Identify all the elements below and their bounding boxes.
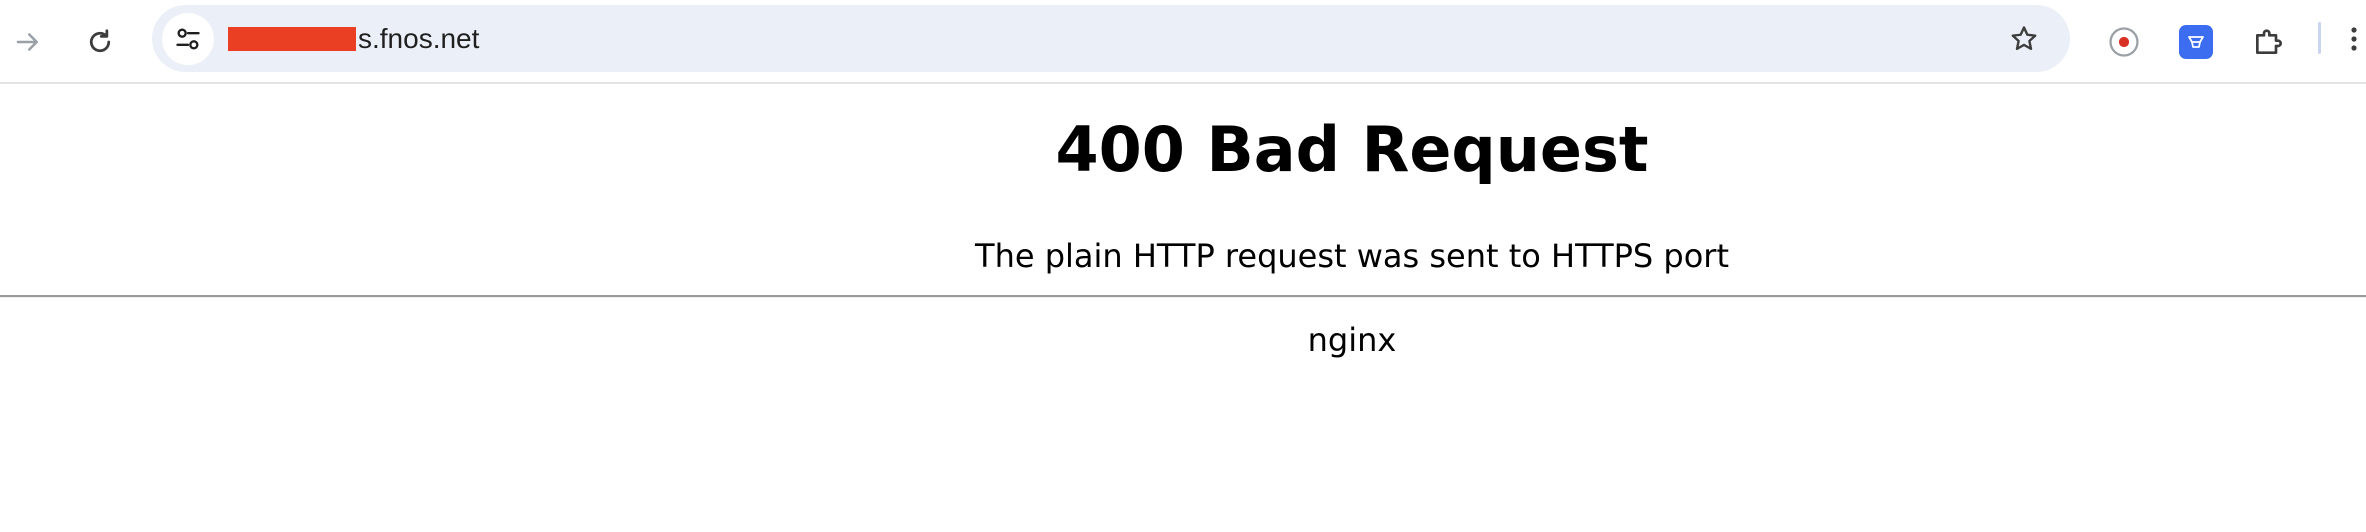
arrow-right-icon <box>16 33 38 51</box>
error-message: The plain HTTP request was sent to HTTPS… <box>975 237 1729 275</box>
url-suffix: s.fnos.net <box>358 22 480 54</box>
page-content: 400 Bad Request The plain HTTP request w… <box>0 84 2366 532</box>
reload-button[interactable] <box>72 14 128 70</box>
browser-toolbar: vs.fnos.net <box>0 0 2366 84</box>
puzzle-icon <box>2256 29 2282 54</box>
redaction-bar <box>228 26 356 51</box>
site-info-button[interactable] <box>162 13 214 65</box>
tune-icon <box>176 28 200 50</box>
menu-button[interactable] <box>2348 22 2366 56</box>
extension-icon <box>2179 25 2213 59</box>
kebab-menu-icon <box>2351 27 2357 51</box>
forward-button[interactable] <box>0 14 56 70</box>
bookmark-button[interactable] <box>1998 13 2050 65</box>
reload-icon <box>89 29 111 53</box>
record-icon <box>2109 27 2139 57</box>
url-text[interactable]: vs.fnos.net <box>228 5 479 72</box>
address-bar[interactable]: vs.fnos.net <box>152 5 2070 72</box>
star-icon <box>2011 26 2037 51</box>
blue-extension-button[interactable] <box>2168 14 2224 70</box>
extensions-menu-button[interactable] <box>2240 14 2296 70</box>
server-signature: nginx <box>1307 321 1397 359</box>
record-extension-button[interactable] <box>2096 14 2152 70</box>
toolbar-divider <box>2318 22 2321 54</box>
error-heading: 400 Bad Request <box>1055 113 1649 186</box>
horizontal-rule <box>0 295 2366 298</box>
